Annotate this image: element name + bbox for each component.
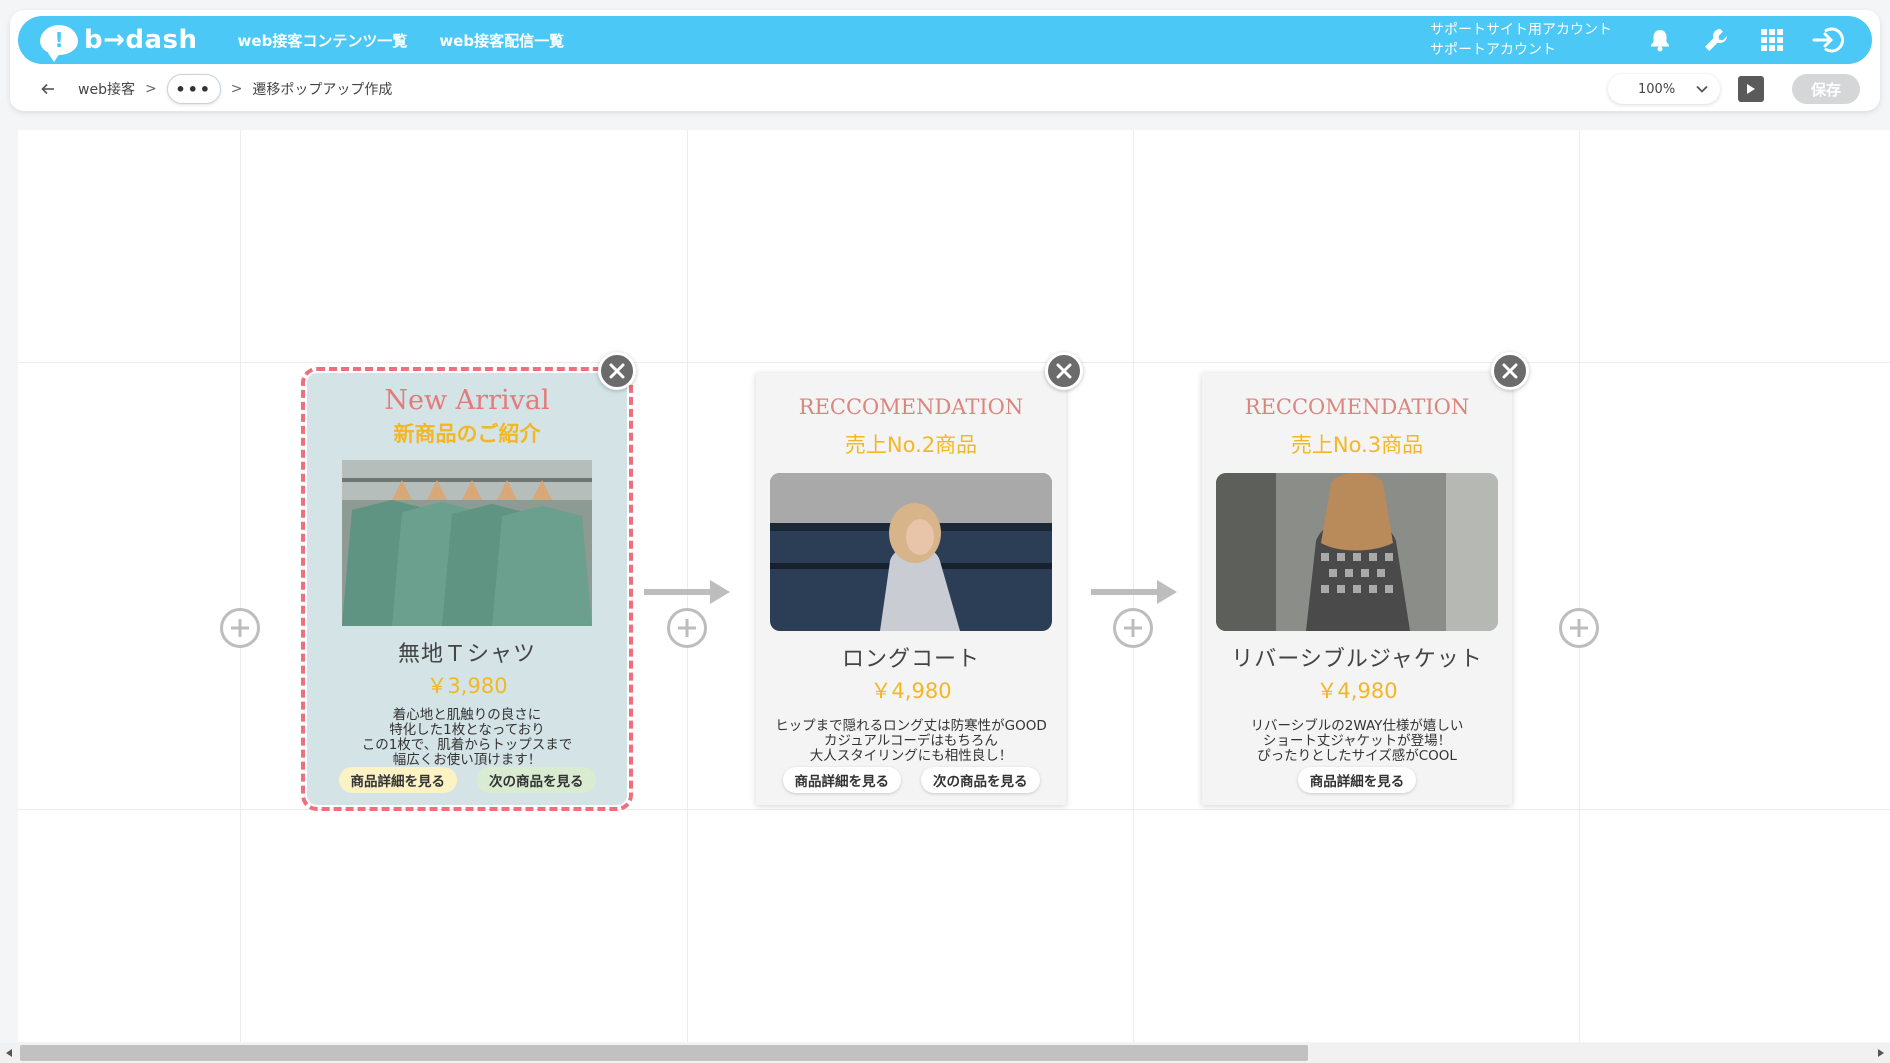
flow-canvas[interactable]: New Arrival 新商品のご紹介 無地Ｔシャツ ￥3,980 着心地と肌触…: [18, 130, 1890, 1042]
card-subheading: 売上No.2商品: [844, 433, 978, 457]
card-subheading: 新商品のご紹介: [393, 422, 541, 446]
close-icon[interactable]: [598, 352, 636, 390]
card-subheading: 売上No.3商品: [1290, 433, 1424, 457]
zoom-select[interactable]: 100%: [1608, 74, 1720, 104]
bdash-logo[interactable]: ! b→dash: [40, 25, 198, 62]
product-description: ヒップまで隠れるロング丈は防寒性がGOOD カジュアルコーデはもちろん 大人スタ…: [775, 718, 1047, 764]
add-step-button[interactable]: [1113, 608, 1153, 648]
product-name: リバーシブルジャケット: [1231, 647, 1483, 672]
plus-icon: [1124, 619, 1142, 637]
product-description: 着心地と肌触りの良さに 特化した1枚となっており この1枚で、肌着からトップスま…: [361, 707, 573, 768]
grid-line: [18, 809, 1890, 810]
card-heading: New Arrival: [384, 385, 550, 416]
account-info: サポートサイト用アカウント サポートアカウント: [1430, 20, 1612, 60]
product-name: ロングコート: [841, 647, 980, 672]
flow-arrow-icon: [1091, 580, 1177, 604]
grid-line: [1579, 130, 1580, 1042]
next-product-button[interactable]: 次の商品を見る: [921, 767, 1040, 793]
top-navigation-bar: ! b→dash web接客コンテンツ一覧 web接客配信一覧 サポートサイト用…: [18, 16, 1872, 64]
nav-web-delivery-list[interactable]: web接客配信一覧: [439, 30, 564, 51]
add-step-button[interactable]: [220, 608, 260, 648]
close-icon[interactable]: [1491, 352, 1529, 390]
product-price: ￥4,980: [870, 679, 952, 703]
next-product-button[interactable]: 次の商品を見る: [477, 767, 596, 793]
breadcrumb-current-page: 遷移ポップアップ作成: [252, 82, 393, 98]
logout-icon[interactable]: [1812, 24, 1844, 56]
logo-text: b→dash: [84, 25, 198, 55]
product-description: リバーシブルの2WAY仕様が嬉しい ショート丈ジャケットが登場！ ぴったりとした…: [1250, 718, 1464, 764]
scrollbar-thumb[interactable]: [20, 1045, 1308, 1061]
grid-line: [18, 362, 1890, 363]
logo-bubble-icon: !: [40, 25, 78, 62]
nav-web-content-list[interactable]: web接客コンテンツ一覧: [238, 30, 408, 51]
grid-icon[interactable]: [1756, 24, 1788, 56]
grid-line: [240, 130, 241, 1042]
product-price: ￥3,980: [426, 674, 508, 698]
breadcrumb-bar: web接客 > ••• > 遷移ポップアップ作成 100% 保存: [38, 74, 1860, 104]
product-detail-button[interactable]: 商品詳細を見る: [782, 767, 901, 793]
breadcrumb-web-service[interactable]: web接客: [78, 79, 135, 99]
plus-icon: [231, 619, 249, 637]
horizontal-scrollbar[interactable]: [0, 1043, 1890, 1063]
product-image-long-coat: [770, 473, 1052, 631]
card-button-row: 商品詳細を見る: [1202, 767, 1512, 793]
product-detail-button[interactable]: 商品詳細を見る: [1297, 767, 1417, 793]
breadcrumb-ellipsis-button[interactable]: •••: [166, 74, 221, 104]
wrench-icon[interactable]: [1700, 24, 1732, 56]
product-detail-button[interactable]: 商品詳細を見る: [338, 767, 457, 793]
play-icon: [1747, 84, 1755, 94]
account-name-label: サポートアカウント: [1430, 42, 1556, 58]
breadcrumb-separator: >: [144, 81, 157, 97]
zoom-value: 100%: [1638, 81, 1676, 97]
plus-icon: [678, 619, 696, 637]
header-panel: ! b→dash web接客コンテンツ一覧 web接客配信一覧 サポートサイト用…: [10, 10, 1880, 111]
back-arrow-icon[interactable]: [38, 79, 58, 99]
product-image-tshirts: [342, 460, 592, 626]
add-step-button[interactable]: [1559, 608, 1599, 648]
scroll-right-icon[interactable]: [1876, 1048, 1886, 1058]
card-heading: RECCOMENDATION: [1244, 395, 1470, 419]
popup-card-recommendation-3[interactable]: RECCOMENDATION 売上No.3商品 リバーシブルジャケット ￥4,9…: [1202, 373, 1512, 805]
add-step-button[interactable]: [667, 608, 707, 648]
plus-icon: [1570, 619, 1588, 637]
product-image-reversible-jacket: [1216, 473, 1498, 631]
flow-arrow-icon: [644, 580, 730, 604]
close-icon[interactable]: [1045, 352, 1083, 390]
card-button-row: 商品詳細を見る 次の商品を見る: [307, 767, 627, 793]
card-heading: RECCOMENDATION: [798, 395, 1024, 419]
breadcrumb-separator: >: [230, 81, 243, 97]
popup-card-new-arrival[interactable]: New Arrival 新商品のご紹介 無地Ｔシャツ ￥3,980 着心地と肌触…: [301, 367, 633, 811]
product-price: ￥4,980: [1316, 679, 1398, 703]
card-button-row: 商品詳細を見る 次の商品を見る: [756, 767, 1066, 793]
preview-play-button[interactable]: [1738, 76, 1764, 102]
chevron-down-icon: [1696, 85, 1708, 93]
account-site-label: サポートサイト用アカウント: [1430, 22, 1612, 38]
bell-icon[interactable]: [1644, 24, 1676, 56]
popup-card-recommendation-2[interactable]: RECCOMENDATION 売上No.2商品 ロングコート ￥4,980 ヒッ…: [756, 373, 1066, 805]
scroll-left-icon[interactable]: [4, 1048, 14, 1058]
save-button[interactable]: 保存: [1792, 74, 1860, 104]
product-name: 無地Ｔシャツ: [397, 642, 536, 667]
